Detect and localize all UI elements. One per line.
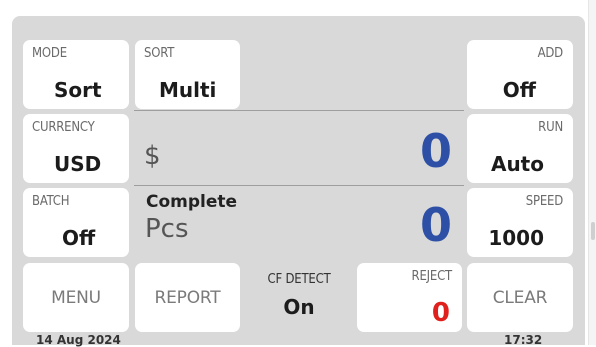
reject-count: 0 [431, 298, 450, 328]
currency-value: USD [54, 152, 102, 176]
speed-value: 1000 [488, 226, 544, 250]
scrollbar[interactable] [588, 0, 596, 345]
cf-detect-status: CF DETECT On [246, 263, 352, 332]
cf-detect-value: On [283, 295, 315, 319]
run-button[interactable]: RUN Auto [467, 114, 573, 183]
cf-detect-label: CF DETECT [267, 272, 331, 287]
count-display: $ 0 Complete Pcs 0 [134, 110, 464, 261]
speed-label: SPEED [525, 194, 563, 209]
amount-count: 0 [419, 124, 452, 178]
reject-button[interactable]: REJECT 0 [357, 263, 462, 332]
speed-button[interactable]: SPEED 1000 [467, 188, 573, 257]
clear-button-label: CLEAR [492, 287, 548, 308]
currency-symbol: $ [144, 141, 161, 171]
mode-button[interactable]: MODE Sort [23, 40, 129, 109]
currency-label: CURRENCY [32, 120, 95, 135]
sort-label: SORT [144, 46, 175, 61]
reject-label: REJECT [411, 269, 453, 284]
display-divider-middle [134, 185, 464, 186]
status-title: Complete [146, 192, 238, 212]
batch-label: BATCH [32, 194, 70, 209]
display-divider-top [134, 110, 464, 111]
run-label: RUN [538, 120, 563, 135]
add-button[interactable]: ADD Off [467, 40, 573, 109]
scrollbar-thumb[interactable] [591, 222, 595, 240]
clear-button[interactable]: CLEAR [467, 263, 573, 332]
pieces-unit: Pcs [145, 214, 189, 244]
mode-value: Sort [54, 78, 102, 102]
add-label: ADD [537, 46, 564, 61]
pieces-count: 0 [419, 198, 452, 252]
report-button[interactable]: REPORT [135, 263, 240, 332]
run-value: Auto [490, 152, 544, 176]
batch-button[interactable]: BATCH Off [23, 188, 129, 257]
menu-button[interactable]: MENU [23, 263, 129, 332]
sort-button[interactable]: SORT Multi [135, 40, 240, 109]
mode-label: MODE [32, 46, 67, 61]
add-value: Off [502, 78, 536, 102]
report-button-label: REPORT [154, 287, 221, 308]
menu-button-label: MENU [51, 287, 101, 308]
sort-value: Multi [159, 78, 217, 102]
batch-value: Off [62, 226, 96, 250]
currency-button[interactable]: CURRENCY USD [23, 114, 129, 183]
